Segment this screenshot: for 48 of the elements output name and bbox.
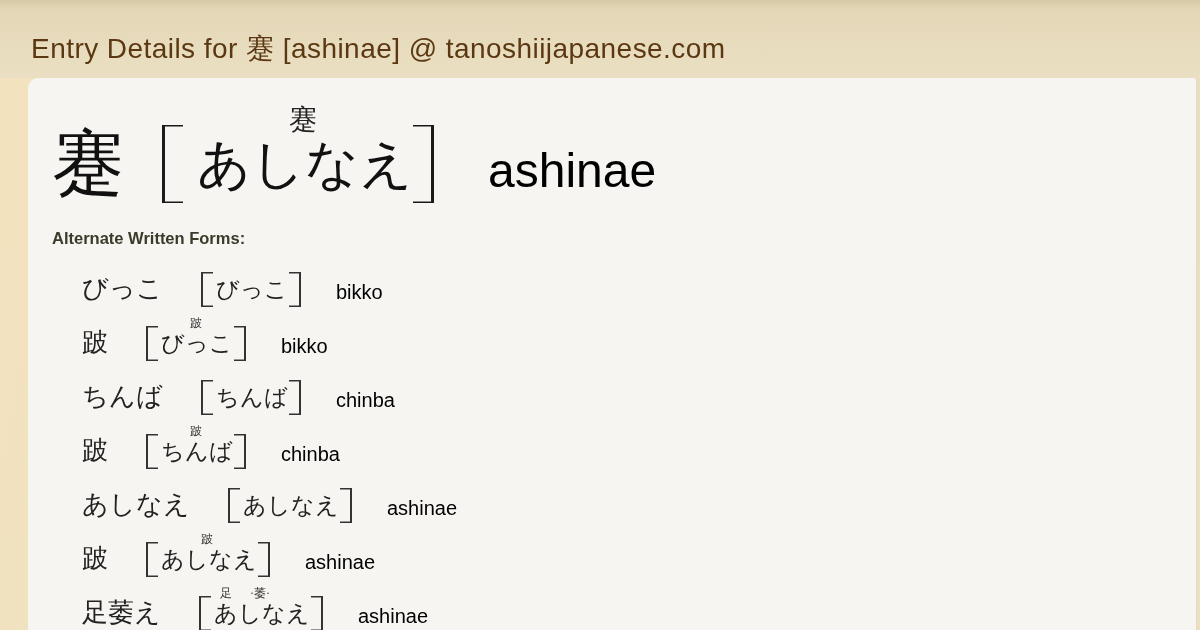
kana-reading: びっこ bbox=[216, 277, 288, 301]
right-bracket-icon bbox=[258, 541, 270, 577]
furigana: 跛 bbox=[201, 532, 213, 545]
left-bracket-icon bbox=[199, 595, 211, 630]
left-bracket-icon bbox=[146, 325, 158, 361]
left-bracket-icon bbox=[162, 125, 183, 203]
left-bracket-icon bbox=[228, 487, 240, 523]
japanese-word: 蹇 bbox=[52, 128, 124, 200]
romaji-reading: chinba bbox=[281, 444, 340, 464]
section-heading: Alternate Written Forms: bbox=[52, 228, 246, 248]
romaji-reading: bikko bbox=[336, 282, 383, 302]
right-bracket-icon bbox=[311, 595, 323, 630]
japanese-word: あしなえ bbox=[82, 492, 190, 518]
japanese-word: 跛 bbox=[82, 438, 108, 464]
kana-reading: ちんば bbox=[216, 385, 288, 409]
right-bracket-icon bbox=[289, 379, 301, 415]
left-bracket-icon bbox=[201, 379, 213, 415]
furigana: 足 bbox=[219, 586, 232, 599]
page-title: Entry Details for 蹇 [ashinae] @ tanoshiijapanese.com bbox=[31, 35, 726, 63]
kana-reading: あしなえ bbox=[214, 601, 310, 625]
right-bracket-icon bbox=[234, 433, 246, 469]
kana-reading: びっこ bbox=[161, 331, 233, 355]
kana-reading: あしなえ bbox=[161, 547, 257, 571]
japanese-word: 跛 bbox=[82, 546, 108, 572]
left-bracket-icon bbox=[201, 271, 213, 307]
right-bracket-icon bbox=[340, 487, 352, 523]
left-bracket-icon bbox=[146, 433, 158, 469]
romaji-reading: ashinae bbox=[358, 606, 429, 626]
kana-reading: あしなえ bbox=[197, 137, 413, 191]
japanese-word: 跛 bbox=[82, 330, 108, 356]
right-bracket-icon bbox=[289, 271, 301, 307]
romaji-reading: chinba bbox=[336, 390, 395, 410]
japanese-word: びっこ bbox=[82, 276, 163, 302]
japanese-word: ちんば bbox=[82, 384, 163, 410]
romaji-reading: bikko bbox=[281, 336, 328, 356]
romaji-reading: ashinae bbox=[488, 147, 657, 195]
romaji-reading: ashinae bbox=[387, 498, 458, 518]
kana-reading: あしなえ bbox=[243, 493, 339, 517]
furigana: 蹇 bbox=[289, 105, 317, 134]
furigana: 跛 bbox=[189, 424, 202, 437]
left-bracket-icon bbox=[146, 541, 158, 577]
right-bracket-icon bbox=[413, 125, 434, 203]
japanese-word: 足萎え bbox=[82, 600, 161, 626]
furigana: 跛 bbox=[189, 316, 202, 329]
romaji-reading: ashinae bbox=[305, 552, 376, 572]
kana-reading: ちんば bbox=[161, 439, 233, 463]
furigana: ·萎· bbox=[250, 586, 270, 599]
right-bracket-icon bbox=[234, 325, 246, 361]
